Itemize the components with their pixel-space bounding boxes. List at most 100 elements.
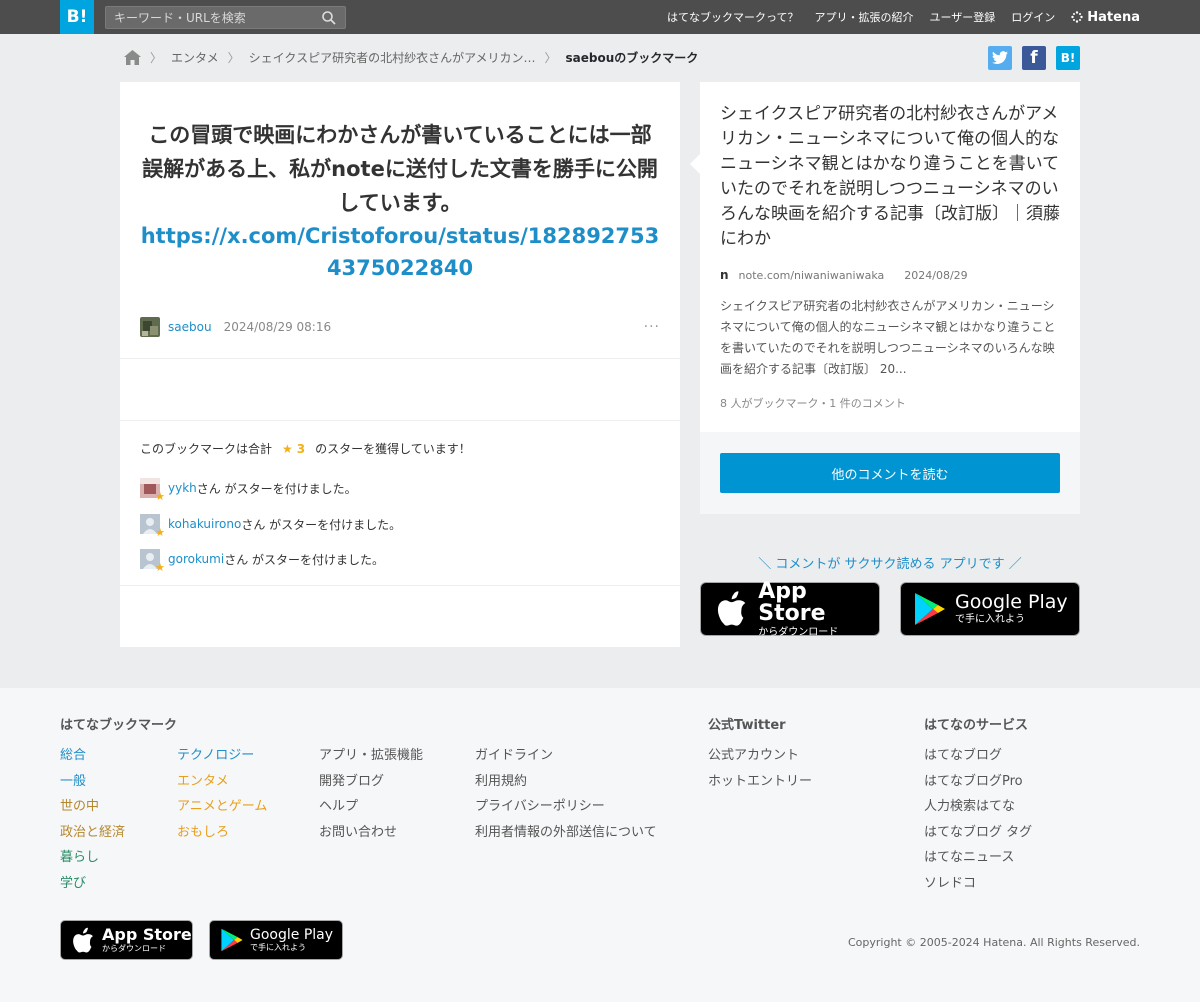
avatar[interactable]: ★: [140, 478, 165, 503]
twitter-share-button[interactable]: [988, 46, 1012, 70]
google-play-button[interactable]: Google Play で手に入れよう: [900, 582, 1080, 636]
app-store-sublabel: からダウンロード: [102, 944, 166, 953]
bookmark-card: この冒頭で映画にわかさんが書いていることには一部誤解がある上、私がnoteに送付…: [120, 82, 680, 647]
footer-category-link[interactable]: アニメとゲーム: [177, 794, 267, 820]
hatena-b-icon: B!: [1060, 51, 1076, 65]
hatena-brand-link[interactable]: Hatena: [1071, 10, 1140, 25]
star-giver-name[interactable]: yykh: [168, 481, 197, 495]
footer-link[interactable]: ソレドコ: [924, 871, 1032, 897]
avatar[interactable]: ★: [140, 514, 165, 539]
search-box: [105, 6, 346, 29]
chevron-right-icon: 〉: [150, 50, 163, 65]
footer-link[interactable]: 利用者情報の外部送信について: [475, 820, 657, 846]
nav-login-link[interactable]: ログイン: [1011, 9, 1055, 25]
footer-category-link[interactable]: テクノロジー: [177, 743, 267, 769]
star-giver-name[interactable]: gorokumi: [168, 552, 224, 566]
avatar[interactable]: ★: [140, 549, 165, 574]
entry-card: シェイクスピア研究者の北村紗衣さんがアメリカン・ニューシネマについて俺の個人的な…: [690, 82, 1080, 432]
entry-title[interactable]: シェイクスピア研究者の北村紗衣さんがアメリカン・ニューシネマについて俺の個人的な…: [720, 102, 1065, 252]
google-play-text: Google Play で手に入れよう: [250, 928, 333, 952]
bookmark-user-row: saebou 2024/08/29 08:16 ···: [140, 316, 660, 338]
app-store-button[interactable]: App Store からダウンロード: [700, 578, 880, 638]
google-play-icon: [221, 928, 243, 952]
entry-meta: n note.com/niwaniwaniwaka 2024/08/29: [720, 268, 968, 282]
search-icon[interactable]: [322, 11, 336, 25]
footer-link[interactable]: はてなブログ: [924, 743, 1032, 769]
footer: はてなブックマーク 総合 一般 世の中 政治と経済 暮らし 学び テクノロジー エンタメ アニ…: [0, 688, 1200, 1002]
breadcrumb-category[interactable]: エンタメ: [171, 49, 219, 66]
divider: [120, 585, 680, 586]
star-giver-text: さん がスターを付けました。: [224, 552, 385, 567]
footer-link[interactable]: 利用規約: [475, 769, 657, 795]
avatar[interactable]: [140, 317, 160, 337]
entry-bookmark-count[interactable]: 8 人がブックマーク・1 件のコメント: [720, 395, 906, 411]
footer-category-link[interactable]: 総合: [60, 743, 177, 769]
bookmark-username[interactable]: saebou: [168, 320, 212, 334]
footer-category-link[interactable]: エンタメ: [177, 769, 267, 795]
footer-heading: はてなブックマーク: [60, 718, 178, 733]
nav-register-link[interactable]: ユーザー登録: [930, 9, 996, 25]
footer-link[interactable]: ガイドライン: [475, 743, 657, 769]
google-play-sublabel: で手に入れよう: [250, 943, 306, 952]
breadcrumb: 〉 エンタメ 〉 シェイクスピア研究者の北村紗衣さんがアメリカン… 〉 saeb…: [124, 47, 698, 67]
footer-google-play-button[interactable]: Google Play で手に入れよう: [209, 920, 343, 960]
footer-link[interactable]: はてなニュース: [924, 845, 1032, 871]
facebook-share-button[interactable]: f: [1022, 46, 1046, 70]
star-count: 3: [296, 441, 306, 456]
apple-icon: [73, 927, 93, 952]
footer-link[interactable]: 人力検索はてな: [924, 794, 1032, 820]
search-input[interactable]: [106, 7, 316, 29]
footer-link[interactable]: 公式アカウント: [708, 743, 812, 769]
home-icon[interactable]: [124, 49, 141, 65]
star-giver-row: ★ yykh さん がスターを付けました。: [140, 478, 357, 503]
footer-category-link[interactable]: 世の中: [60, 794, 177, 820]
hatena-share-button[interactable]: B!: [1056, 46, 1080, 70]
nav-about-link[interactable]: はてなブックマークって？: [667, 9, 798, 25]
star-giver-text: さん がスターを付けました。: [241, 517, 402, 532]
footer-category-link[interactable]: おもしろ: [177, 820, 267, 846]
footer-link[interactable]: はてなブログ タグ: [924, 820, 1032, 846]
breadcrumb-entry[interactable]: シェイクスピア研究者の北村紗衣さんがアメリカン…: [249, 49, 536, 66]
footer-category-link[interactable]: 政治と経済: [60, 820, 177, 846]
hatena-brand-label: Hatena: [1087, 9, 1140, 25]
chevron-right-icon: 〉: [544, 50, 557, 65]
app-store-label: App Store: [102, 925, 192, 944]
more-options-icon[interactable]: ···: [644, 319, 660, 335]
note-site-icon: n: [720, 268, 729, 282]
footer-category-list-2: テクノロジー エンタメ アニメとゲーム おもしろ: [177, 743, 267, 845]
google-play-icon: [915, 593, 945, 625]
bookmark-timestamp[interactable]: 2024/08/29 08:16: [224, 320, 332, 334]
footer-app-store-button[interactable]: App Store からダウンロード: [60, 920, 193, 960]
chevron-right-icon: 〉: [227, 50, 240, 65]
hatena-bookmark-logo[interactable]: B!: [60, 0, 94, 34]
star-giver-text: さん がスターを付けました。: [196, 481, 357, 496]
footer-link[interactable]: プライバシーポリシー: [475, 794, 657, 820]
app-store-sublabel: からダウンロード: [758, 626, 839, 638]
bookmark-comment-link[interactable]: https://x.com/Cristoforou/status/1828927…: [140, 220, 660, 284]
star-icon: ★: [155, 490, 165, 503]
footer-links-column: アプリ・拡張機能 開発ブログ ヘルプ お問い合わせ: [319, 743, 423, 845]
app-store-label: App Store: [758, 578, 826, 626]
footer-bookmark-column: はてなブックマーク 総合 一般 世の中 政治と経済 暮らし 学び: [60, 714, 177, 896]
entry-domain[interactable]: note.com/niwaniwaniwaka: [739, 269, 885, 282]
footer-twitter-column: 公式Twitter 公式アカウント ホットエントリー: [708, 714, 812, 794]
footer-category-link[interactable]: 一般: [60, 769, 177, 795]
footer-link[interactable]: 開発ブログ: [319, 769, 423, 795]
footer-category-link[interactable]: 暮らし: [60, 845, 177, 871]
footer-link[interactable]: ヘルプ: [319, 794, 423, 820]
read-other-comments-button[interactable]: 他のコメントを読む: [720, 453, 1060, 493]
header-nav: はてなブックマークって？ アプリ・拡張の紹介 ユーザー登録 ログイン Haten…: [667, 0, 1140, 34]
star-giver-name[interactable]: kohakuirono: [168, 517, 241, 531]
footer-category-link[interactable]: 学び: [60, 871, 177, 897]
divider: [120, 420, 680, 421]
footer-link[interactable]: はてなブログPro: [924, 769, 1032, 795]
app-store-text: App Store からダウンロード: [102, 927, 192, 953]
footer-link[interactable]: お問い合わせ: [319, 820, 423, 846]
twitter-bird-icon: [992, 51, 1008, 65]
nav-apps-link[interactable]: アプリ・拡張の紹介: [815, 9, 914, 25]
breadcrumb-current: saebouのブックマーク: [565, 50, 699, 65]
footer-link[interactable]: アプリ・拡張機能: [319, 743, 423, 769]
footer-category-list: テクノロジー エンタメ アニメとゲーム おもしろ: [177, 743, 267, 845]
app-promo-copy: ＼ コメントが サクサク読める アプリです ／: [758, 557, 1022, 572]
footer-link[interactable]: ホットエントリー: [708, 769, 812, 795]
